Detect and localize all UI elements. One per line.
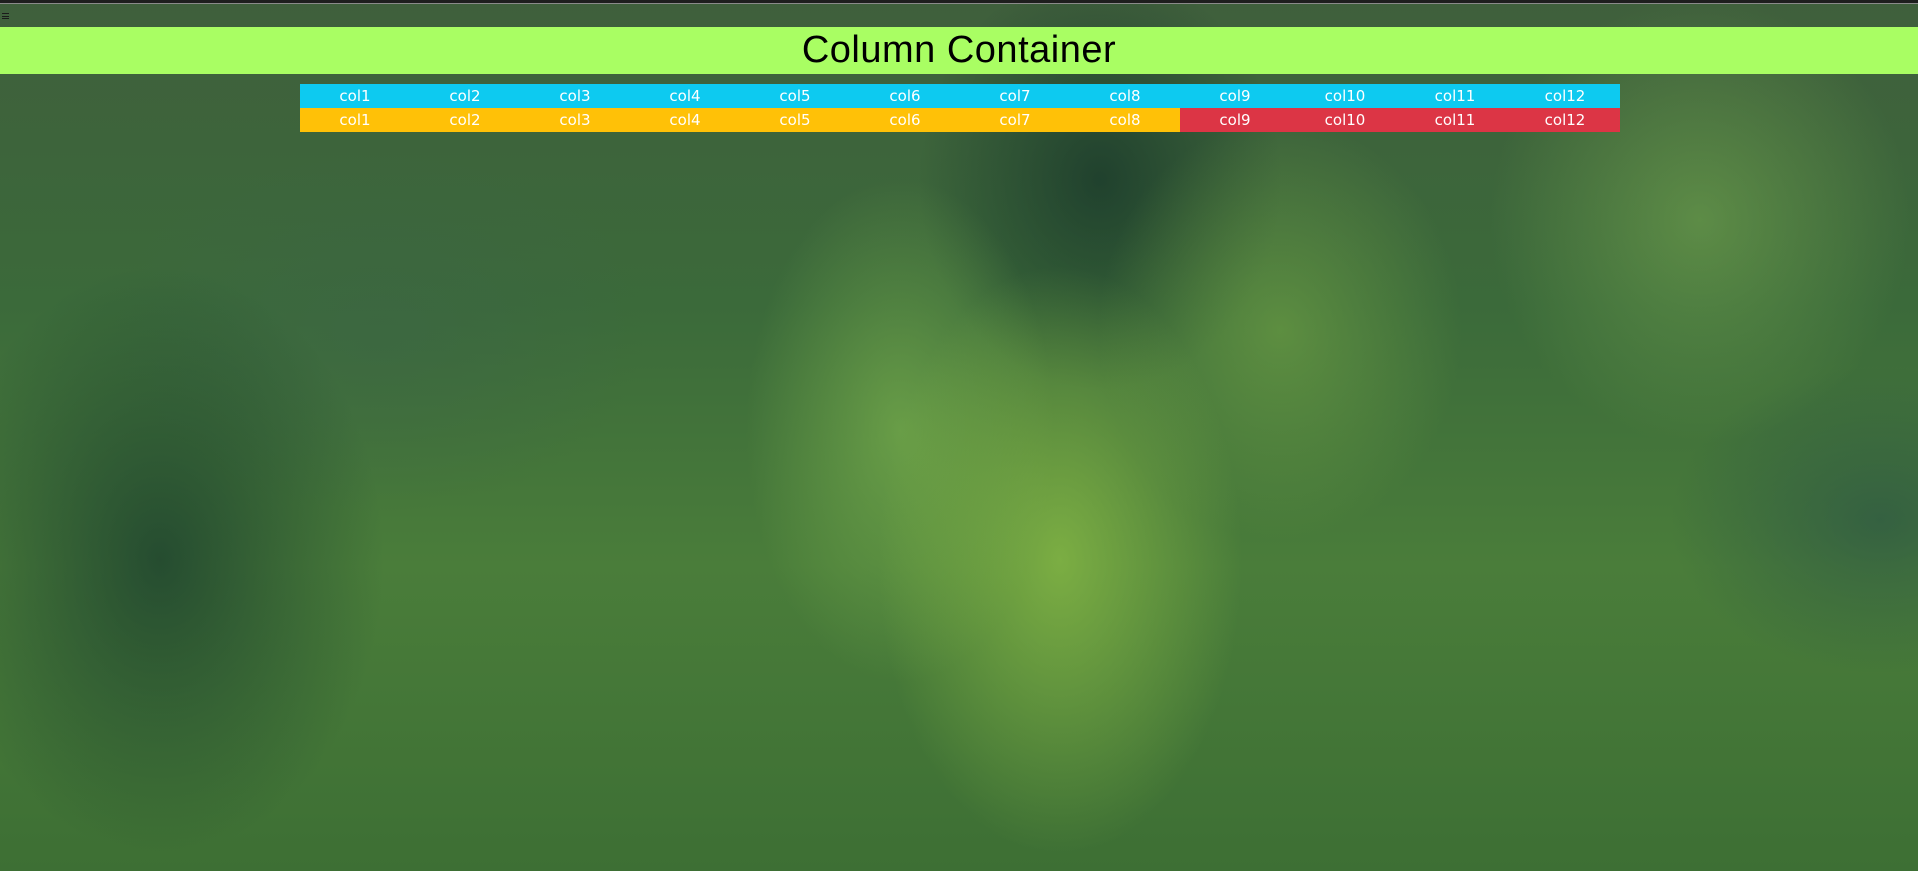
row1-col8: col8	[1070, 84, 1180, 108]
row2-col12: col12	[1510, 108, 1620, 132]
row1-col7: col7	[960, 84, 1070, 108]
row1-col2: col2	[410, 84, 520, 108]
row1-col10: col10	[1290, 84, 1400, 108]
row1-col11: col11	[1400, 84, 1510, 108]
row1-col6: col6	[850, 84, 960, 108]
row2-col10: col10	[1290, 108, 1400, 132]
row1-col4: col4	[630, 84, 740, 108]
column-row-1: col1 col2 col3 col4 col5 col6 col7 col8 …	[300, 84, 1620, 108]
row1-col3: col3	[520, 84, 630, 108]
row2-col7: col7	[960, 108, 1070, 132]
page-title: Column Container	[801, 29, 1117, 71]
row2-col3: col3	[520, 108, 630, 132]
row2-col8: col8	[1070, 108, 1180, 132]
row2-col9: col9	[1180, 108, 1290, 132]
row2-col6: col6	[850, 108, 960, 132]
title-bar: Column Container	[0, 27, 1918, 74]
row2-col5: col5	[740, 108, 850, 132]
row2-col4: col4	[630, 108, 740, 132]
window-frame-line	[0, 3, 1918, 4]
row1-col5: col5	[740, 84, 850, 108]
column-row-2: col1 col2 col3 col4 col5 col6 col7 col8 …	[300, 108, 1620, 132]
hamburger-icon-line	[2, 15, 9, 17]
row1-col12: col12	[1510, 84, 1620, 108]
row2-col1: col1	[300, 108, 410, 132]
hamburger-icon-line	[2, 13, 9, 14]
row2-col2: col2	[410, 108, 520, 132]
hamburger-icon-line	[2, 18, 9, 19]
row1-col1: col1	[300, 84, 410, 108]
row2-col11: col11	[1400, 108, 1510, 132]
row1-col9: col9	[1180, 84, 1290, 108]
hamburger-icon[interactable]	[2, 13, 9, 19]
